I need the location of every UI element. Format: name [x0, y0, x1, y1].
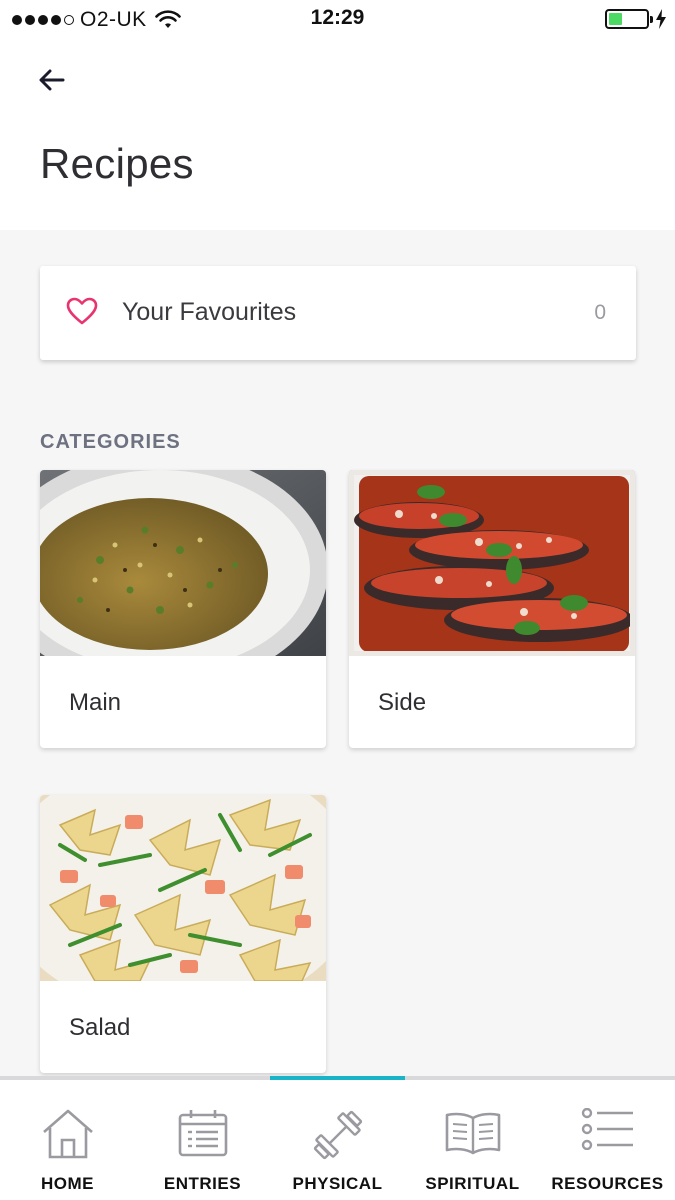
list-icon: [581, 1108, 633, 1150]
arrow-left-icon: [39, 69, 65, 91]
open-book-icon: [445, 1112, 500, 1155]
favourites-count: 0: [594, 301, 606, 324]
favourites-label: Your Favourites: [122, 298, 297, 326]
bottom-tab-bar: HOME ENTRIES PHYSICAL SPIRITUAL RESOURCE…: [0, 1076, 675, 1200]
category-card-main[interactable]: Main: [40, 470, 326, 748]
dumbbell-icon: [313, 1110, 362, 1160]
tab-entries[interactable]: ENTRIES: [135, 1080, 270, 1200]
page-header: Recipes: [0, 40, 675, 230]
category-image-salad: [40, 795, 326, 981]
category-image-side: [349, 470, 635, 656]
status-time: 12:29: [310, 6, 365, 29]
heart-icon: [66, 297, 98, 325]
category-card-salad[interactable]: Salad: [40, 795, 326, 1073]
status-right: [605, 9, 667, 29]
category-card-side[interactable]: Side: [349, 470, 635, 748]
battery-icon: [605, 9, 653, 29]
tab-spiritual[interactable]: SPIRITUAL: [405, 1080, 540, 1200]
tab-physical[interactable]: PHYSICAL: [270, 1080, 405, 1200]
back-button[interactable]: [34, 62, 70, 98]
tab-label-home: HOME: [41, 1174, 94, 1193]
page-title: Recipes: [40, 140, 194, 187]
status-bar: O2-UK 12:29: [0, 0, 675, 40]
tab-label-resources: RESOURCES: [551, 1174, 664, 1193]
tab-resources[interactable]: RESOURCES: [540, 1080, 675, 1200]
tab-home[interactable]: HOME: [0, 1080, 135, 1200]
category-label-side: Side: [378, 689, 427, 716]
calendar-icon: [178, 1110, 227, 1157]
favourites-card[interactable]: Your Favourites 0: [40, 266, 636, 360]
category-image-main: [40, 470, 326, 656]
tab-label-spiritual: SPIRITUAL: [425, 1174, 520, 1193]
house-icon: [42, 1109, 93, 1159]
category-label-salad: Salad: [69, 1014, 131, 1041]
tab-label-physical: PHYSICAL: [292, 1174, 383, 1193]
charging-bolt-icon: [656, 9, 666, 29]
tab-label-entries: ENTRIES: [163, 1174, 242, 1193]
categories-heading: CATEGORIES: [40, 431, 181, 453]
category-label-main: Main: [69, 689, 122, 716]
